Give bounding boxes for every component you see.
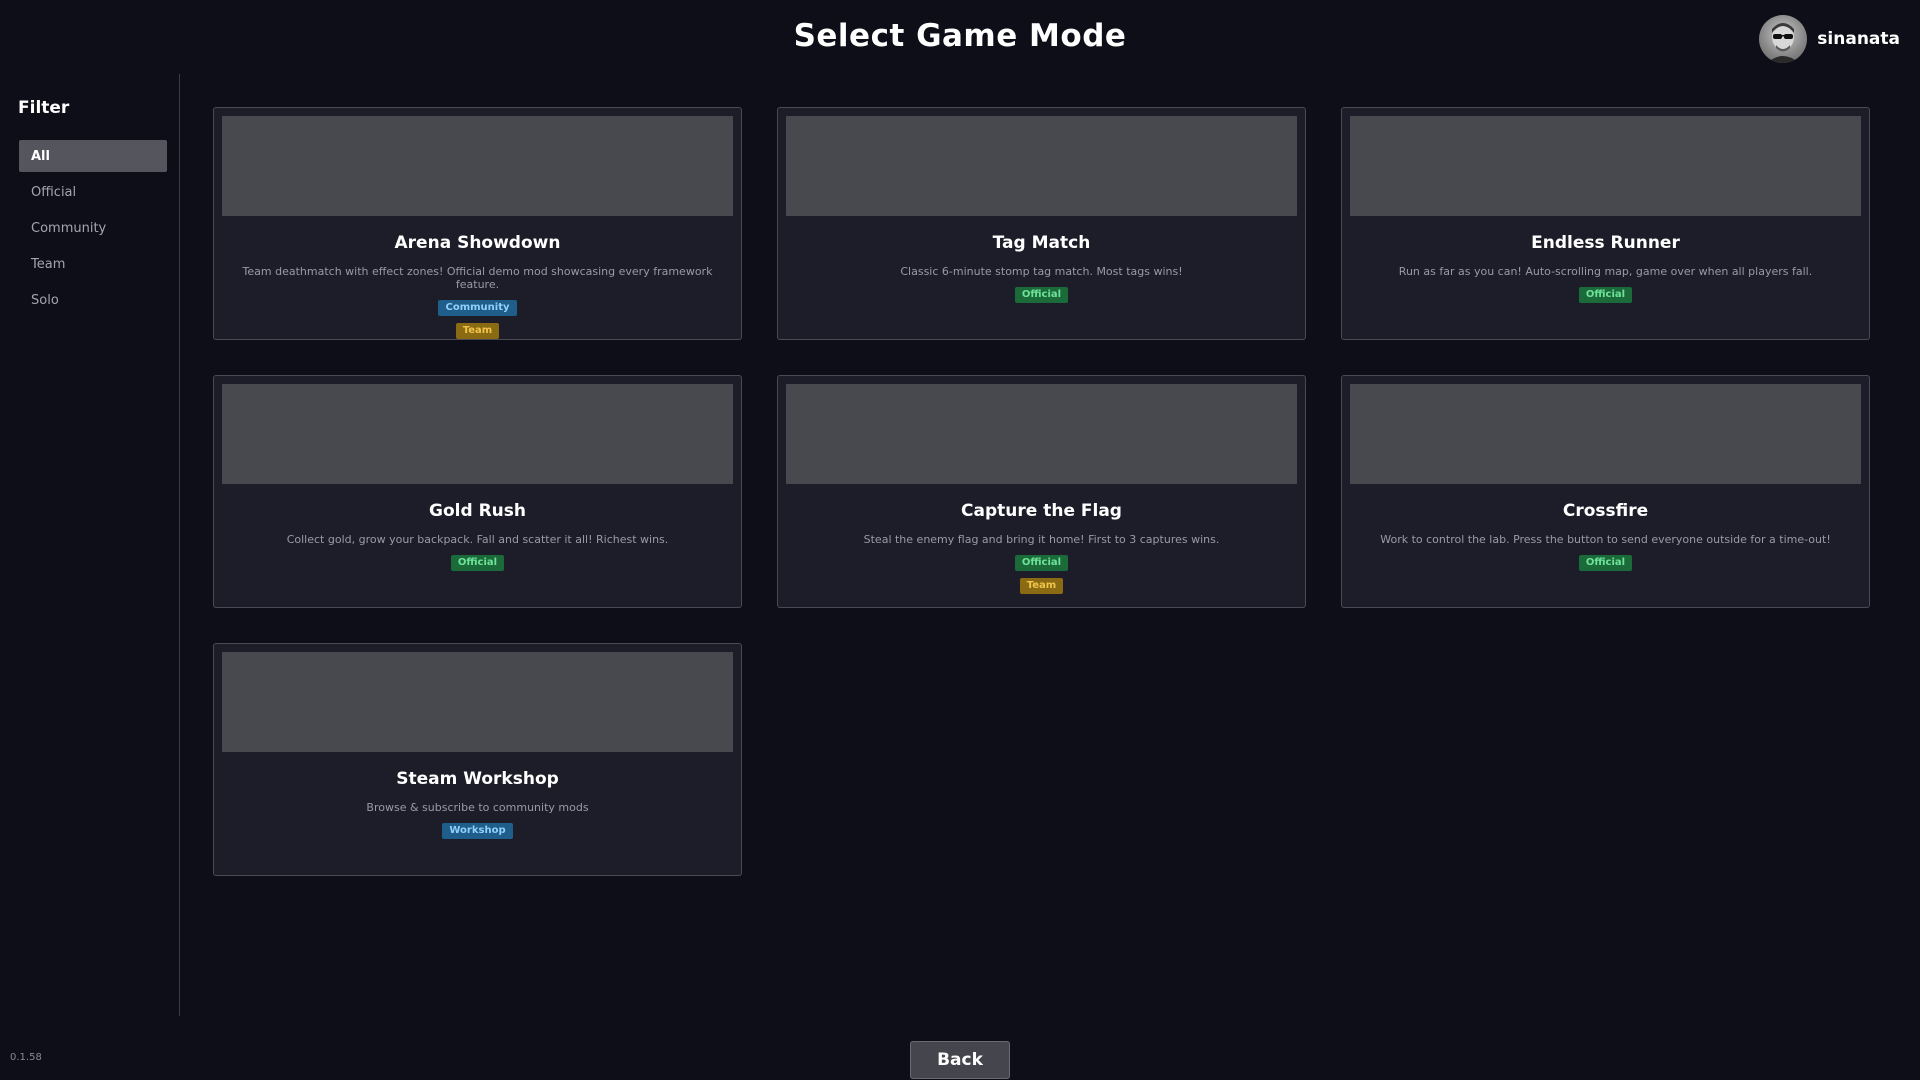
mode-thumbnail — [786, 116, 1297, 216]
mode-description: Work to control the lab. Press the butto… — [1380, 533, 1831, 546]
game-mode-card-endless-runner[interactable]: Endless Runner Run as far as you can! Au… — [1341, 107, 1870, 340]
mode-thumbnail — [222, 652, 733, 752]
game-mode-card-arena-showdown[interactable]: Arena Showdown Team deathmatch with effe… — [213, 107, 742, 340]
mode-description: Steal the enemy flag and bring it home! … — [863, 533, 1220, 546]
mode-title: Capture the Flag — [961, 501, 1122, 521]
mode-title: Endless Runner — [1531, 233, 1680, 253]
mode-tags: Workshop — [442, 823, 513, 839]
filter-item-solo[interactable]: Solo — [19, 284, 167, 316]
game-mode-card-tag-match[interactable]: Tag Match Classic 6-minute stomp tag mat… — [777, 107, 1306, 340]
workshop-badge: Workshop — [442, 823, 513, 839]
filter-list: All Official Community Team Solo — [19, 140, 167, 320]
filter-item-all[interactable]: All — [19, 140, 167, 172]
team-badge: Team — [455, 323, 500, 339]
mode-title: Gold Rush — [429, 501, 526, 521]
mode-tags: Official — [1578, 555, 1633, 571]
team-badge: Team — [1019, 578, 1064, 594]
game-mode-card-gold-rush[interactable]: Gold Rush Collect gold, grow your backpa… — [213, 375, 742, 608]
game-mode-grid: Arena Showdown Team deathmatch with effe… — [213, 107, 1871, 876]
user-profile[interactable]: sinanata — [1759, 14, 1900, 64]
filter-item-community[interactable]: Community — [19, 212, 167, 244]
game-mode-card-crossfire[interactable]: Crossfire Work to control the lab. Press… — [1341, 375, 1870, 608]
avatar[interactable] — [1759, 15, 1808, 63]
official-badge: Official — [1014, 287, 1069, 303]
mode-tags: Official — [1578, 287, 1633, 303]
username[interactable]: sinanata — [1817, 29, 1900, 49]
mode-tags: Official — [450, 555, 505, 571]
mode-tags: Official — [1014, 287, 1069, 303]
mode-thumbnail — [786, 384, 1297, 484]
mode-description: Browse & subscribe to community mods — [366, 801, 589, 814]
mode-thumbnail — [1350, 116, 1861, 216]
back-button[interactable]: Back — [910, 1041, 1010, 1079]
mode-description: Collect gold, grow your backpack. Fall a… — [286, 533, 669, 546]
mode-thumbnail — [222, 116, 733, 216]
mode-title: Arena Showdown — [394, 233, 561, 253]
version-label: 0.1.58 — [10, 1052, 42, 1063]
mode-tags: Official Team — [1014, 555, 1069, 594]
mode-thumbnail — [222, 384, 733, 484]
official-badge: Official — [1014, 555, 1069, 571]
page-title: Select Game Mode — [793, 18, 1127, 54]
filter-item-team[interactable]: Team — [19, 248, 167, 280]
filter-heading: Filter — [18, 98, 70, 118]
official-badge: Official — [450, 555, 505, 571]
mode-thumbnail — [1350, 384, 1861, 484]
official-badge: Official — [1578, 287, 1633, 303]
community-badge: Community — [438, 300, 517, 316]
game-mode-card-capture-the-flag[interactable]: Capture the Flag Steal the enemy flag an… — [777, 375, 1306, 608]
game-mode-card-steam-workshop[interactable]: Steam Workshop Browse & subscribe to com… — [213, 643, 742, 876]
mode-description: Run as far as you can! Auto-scrolling ma… — [1398, 265, 1813, 278]
filter-sidebar: Filter All Official Community Team Solo — [0, 74, 180, 1016]
mode-description: Classic 6-minute stomp tag match. Most t… — [900, 265, 1183, 278]
mode-description: Team deathmatch with effect zones! Offic… — [242, 265, 713, 291]
filter-item-official[interactable]: Official — [19, 176, 167, 208]
mode-title: Tag Match — [992, 233, 1091, 253]
mode-title: Crossfire — [1562, 501, 1649, 521]
mode-title: Steam Workshop — [396, 769, 559, 789]
mode-tags: Community Team — [438, 300, 517, 339]
official-badge: Official — [1578, 555, 1633, 571]
